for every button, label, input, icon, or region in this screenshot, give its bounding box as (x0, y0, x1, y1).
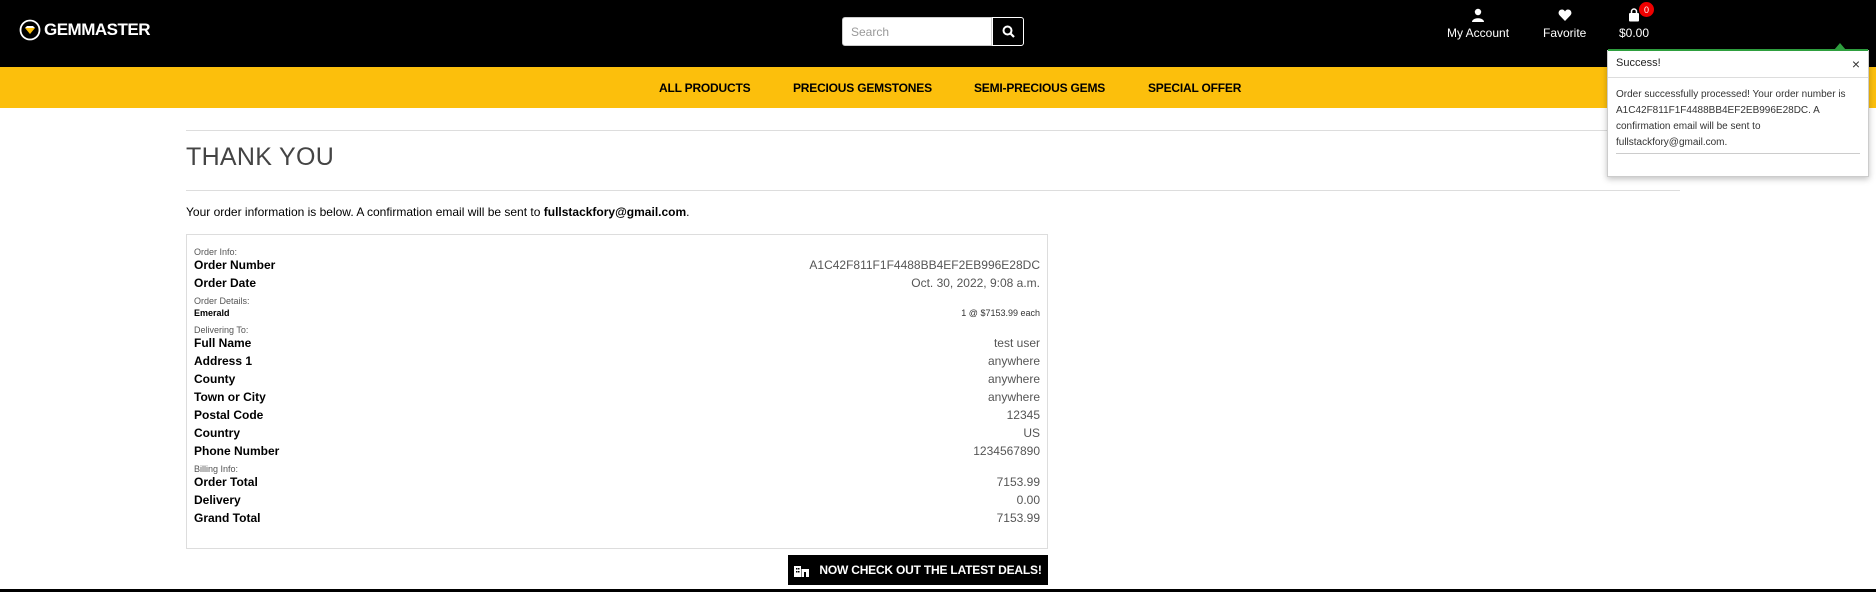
order-date-label: Order Date (194, 276, 257, 290)
county-value: anywhere (987, 372, 1040, 386)
phone-value: 1234567890 (973, 444, 1040, 458)
order-total-value: 7153.99 (996, 475, 1040, 489)
country-row: Country US (194, 424, 1040, 442)
toast-header: Success! × (1608, 51, 1868, 78)
order-details-label: Order Details: (194, 296, 250, 306)
nav-semi-precious-gems[interactable]: SEMI-PRECIOUS GEMS (974, 81, 1105, 95)
address1-value: anywhere (987, 354, 1040, 368)
full-name-value: test user (993, 336, 1040, 350)
grand-total-label: Grand Total (194, 511, 261, 525)
latest-deals-button[interactable]: NOW CHECK OUT THE LATEST DEALS! (788, 555, 1048, 585)
county-row: County anywhere (194, 370, 1040, 388)
full-name-row: Full Name test user (194, 334, 1040, 352)
divider-bottom (186, 190, 1680, 191)
intro-text: Your order information is below. A confi… (186, 205, 544, 219)
order-summary: Order Info: Order Number A1C42F811F1F448… (186, 234, 1048, 549)
user-icon (1472, 8, 1485, 22)
county-label: County (194, 372, 236, 386)
billing-info-label: Billing Info: (194, 464, 239, 474)
cart-total: $0.00 (1619, 26, 1650, 40)
address1-label: Address 1 (194, 354, 253, 368)
delivery-label: Delivery (194, 493, 241, 507)
delivery-row: Delivery 0.00 (194, 491, 1040, 509)
main-nav: ALL PRODUCTS PRECIOUS GEMSTONES SEMI-PRE… (0, 67, 1876, 108)
address1-row: Address 1 anywhere (194, 352, 1040, 370)
nav-all-products[interactable]: ALL PRODUCTS (659, 81, 751, 95)
search-icon (1002, 25, 1015, 38)
grand-total-value: 7153.99 (996, 511, 1040, 525)
order-number-label: Order Number (194, 258, 276, 272)
item-name: Emerald (194, 308, 230, 318)
country-value: US (1023, 426, 1040, 440)
phone-row: Phone Number 1234567890 (194, 442, 1040, 460)
search-button[interactable] (992, 17, 1024, 46)
intro-email: fullstackfory@gmail.com (543, 205, 687, 219)
delivery-value: 0.00 (1016, 493, 1040, 507)
order-date-row: Order Date Oct. 30, 2022, 9:08 a.m. (194, 274, 1040, 292)
intro-suffix: . (686, 205, 690, 219)
close-icon[interactable]: × (1852, 56, 1860, 72)
town-label: Town or City (194, 390, 266, 404)
postal-code-label: Postal Code (194, 408, 264, 422)
success-toast: Success! × Order successfully processed!… (1607, 43, 1869, 177)
nav-special-offer[interactable]: SPECIAL OFFER (1148, 81, 1241, 95)
logo[interactable]: GEMMASTER (19, 19, 151, 41)
order-info-label: Order Info: (194, 247, 238, 257)
order-total-label: Order Total (194, 475, 258, 489)
favorite-label: Favorite (1543, 26, 1587, 40)
item-qty-price: 1 @ $7153.99 each (961, 308, 1040, 318)
gem-logo-icon (19, 19, 41, 41)
nav-precious-gemstones[interactable]: PRECIOUS GEMSTONES (793, 81, 932, 95)
top-header: GEMMASTER My Account Favorite 0 $0.00 (0, 0, 1876, 67)
order-total-row: Order Total 7153.99 (194, 473, 1040, 491)
my-account-link[interactable]: My Account (1447, 8, 1509, 40)
country-label: Country (194, 426, 240, 440)
postal-code-value: 12345 (1006, 408, 1040, 422)
toast-title: Success! (1616, 57, 1661, 69)
town-row: Town or City anywhere (194, 388, 1040, 406)
favorite-link[interactable]: Favorite (1543, 8, 1586, 40)
divider-top (186, 130, 1680, 131)
order-number-value: A1C42F811F1F4488BB4EF2EB996E28DC (809, 258, 1040, 272)
grand-total-row: Grand Total 7153.99 (194, 509, 1040, 527)
my-account-label: My Account (1447, 26, 1510, 40)
delivering-to-label: Delivering To: (194, 325, 249, 335)
phone-label: Phone Number (194, 444, 280, 458)
order-line-item: Emerald 1 @ $7153.99 each (194, 305, 1040, 321)
order-intro: Your order information is below. A confi… (186, 205, 690, 219)
order-date-value: Oct. 30, 2022, 9:08 a.m. (911, 276, 1040, 290)
heart-icon (1558, 9, 1572, 21)
page-title: THANK YOU (186, 143, 335, 171)
search-input[interactable] (842, 17, 992, 46)
store-icon (794, 565, 810, 577)
toast-divider (1616, 153, 1860, 154)
toast-arrow (1834, 43, 1846, 50)
cart-count-badge: 0 (1639, 2, 1654, 17)
cart-link[interactable]: 0 $0.00 (1619, 2, 1654, 40)
logo-text: GEMMASTER (44, 20, 151, 39)
full-name-label: Full Name (194, 336, 252, 350)
toast-message: Order successfully processed! Your order… (1616, 89, 1846, 148)
search-form (842, 17, 1024, 46)
town-value: anywhere (987, 390, 1040, 404)
postal-code-row: Postal Code 12345 (194, 406, 1040, 424)
order-number-row: Order Number A1C42F811F1F4488BB4EF2EB996… (194, 256, 1040, 274)
latest-deals-label: NOW CHECK OUT THE LATEST DEALS! (819, 563, 1042, 577)
